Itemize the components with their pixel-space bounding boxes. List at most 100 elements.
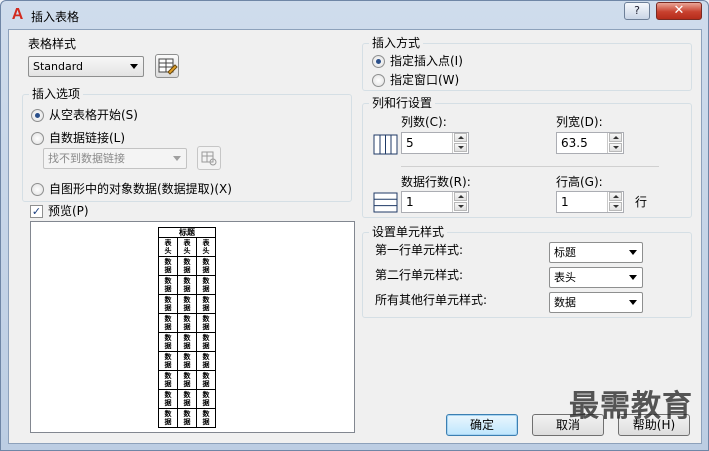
preview-data-row: 数据数据数据 <box>158 408 216 428</box>
edit-table-style-icon <box>158 58 178 75</box>
from-data-link-radio[interactable] <box>31 132 44 145</box>
preview-data-cell: 数据 <box>177 313 197 333</box>
column-width-value: 63.5 <box>561 136 588 150</box>
preview-data-cell: 数据 <box>177 294 197 314</box>
chevron-down-icon <box>173 156 181 161</box>
from-data-link-label[interactable]: 自数据链接(L) <box>49 131 125 146</box>
from-object-data-radio[interactable] <box>31 183 44 196</box>
columns-down-arrow-icon[interactable] <box>454 143 467 152</box>
preview-header-cell: 表头 <box>177 237 197 257</box>
rows-icon <box>373 192 398 213</box>
data-link-value: 找不到数据链接 <box>48 152 125 165</box>
preview-pane: 标题 表头表头表头数据数据数据数据数据数据数据数据数据数据数据数据数据数据数据数… <box>30 221 355 433</box>
data-rows-spinner[interactable]: 1 <box>401 191 469 213</box>
preview-data-cell: 数据 <box>158 389 178 409</box>
row-unit-label: 行 <box>635 195 648 209</box>
preview-data-cell: 数据 <box>177 389 197 409</box>
columns-rows-title: 列和行设置 <box>369 96 436 111</box>
insert-method-title: 插入方式 <box>369 36 424 51</box>
preview-data-cell: 数据 <box>196 294 216 314</box>
preview-data-cell: 数据 <box>196 275 216 295</box>
preview-data-cell: 数据 <box>177 256 197 276</box>
table-style-title: 表格样式 <box>28 37 77 51</box>
second-row-style-select[interactable]: 表头 <box>549 267 643 288</box>
preview-data-cell: 数据 <box>196 256 216 276</box>
row-height-down-arrow-icon[interactable] <box>609 202 622 211</box>
ok-button[interactable]: 确定 <box>446 414 518 436</box>
other-rows-style-select[interactable]: 数据 <box>549 292 643 313</box>
insertion-point-label[interactable]: 指定插入点(I) <box>390 54 463 69</box>
preview-data-row: 数据数据数据 <box>158 370 216 390</box>
preview-data-row: 数据数据数据 <box>158 294 216 314</box>
watermark-text: 最需教育 <box>569 389 693 424</box>
data-rows-down-arrow-icon[interactable] <box>454 202 467 211</box>
column-width-down-arrow-icon[interactable] <box>609 143 622 152</box>
data-link-select[interactable]: 找不到数据链接 <box>43 148 187 169</box>
preview-header-cell: 表头 <box>158 237 178 257</box>
data-link-manager-button[interactable] <box>197 146 221 170</box>
preview-data-row: 数据数据数据 <box>158 332 216 352</box>
preview-table: 标题 表头表头表头数据数据数据数据数据数据数据数据数据数据数据数据数据数据数据数… <box>158 227 216 428</box>
columns-value: 5 <box>406 136 414 150</box>
preview-header-cell: 表头 <box>196 237 216 257</box>
cell-styles-title: 设置单元样式 <box>369 225 448 240</box>
first-row-style-select[interactable]: 标题 <box>549 242 643 263</box>
preview-data-cell: 数据 <box>177 351 197 371</box>
columns-label: 列数(C): <box>401 115 447 129</box>
preview-data-cell: 数据 <box>196 351 216 371</box>
data-rows-up-arrow-icon[interactable] <box>454 192 467 201</box>
row-height-up-arrow-icon[interactable] <box>609 192 622 201</box>
close-button[interactable]: ✕ <box>656 2 702 20</box>
preview-data-row: 数据数据数据 <box>158 351 216 371</box>
window-radio[interactable] <box>372 74 385 87</box>
cell-styles-group: 设置单元样式 第一行单元样式: 标题 第二行单元样式: 表头 所有其他行单元样式… <box>362 225 692 318</box>
title-bar[interactable]: A 插入表格 ? ✕ <box>1 1 708 29</box>
columns-up-arrow-icon[interactable] <box>454 133 467 142</box>
chevron-down-icon <box>629 275 637 280</box>
row-height-spinner[interactable]: 1 <box>556 191 624 213</box>
preview-checkbox[interactable]: ✓ <box>30 205 43 218</box>
preview-label[interactable]: 预览(P) <box>48 204 89 219</box>
preview-data-cell: 数据 <box>158 408 178 428</box>
second-row-style-label: 第二行单元样式: <box>375 268 464 282</box>
preview-data-row: 数据数据数据 <box>158 256 216 276</box>
chevron-down-icon <box>130 64 138 69</box>
chevron-down-icon <box>629 300 637 305</box>
insert-method-group: 插入方式 指定插入点(I) 指定窗口(W) <box>362 36 692 91</box>
preview-data-cell: 数据 <box>177 332 197 352</box>
preview-data-cell: 数据 <box>196 408 216 428</box>
insertion-point-radio[interactable] <box>372 55 385 68</box>
preview-data-cell: 数据 <box>177 408 197 428</box>
preview-data-row: 数据数据数据 <box>158 389 216 409</box>
row-height-value: 1 <box>561 195 569 209</box>
preview-data-row: 数据数据数据 <box>158 313 216 333</box>
help-title-button[interactable]: ? <box>624 2 650 20</box>
from-empty-radio[interactable] <box>31 109 44 122</box>
preview-data-cell: 数据 <box>196 389 216 409</box>
column-width-up-arrow-icon[interactable] <box>609 133 622 142</box>
table-style-dialog-button[interactable] <box>155 54 179 78</box>
preview-data-cell: 数据 <box>158 351 178 371</box>
preview-data-cell: 数据 <box>177 370 197 390</box>
column-width-label: 列宽(D): <box>556 115 603 129</box>
preview-data-cell: 数据 <box>196 332 216 352</box>
from-empty-label[interactable]: 从空表格开始(S) <box>49 108 138 123</box>
preview-data-cell: 数据 <box>158 313 178 333</box>
insert-table-dialog: A 插入表格 ? ✕ 表格样式 Standard 插入选项 从空表格开始(S) … <box>0 0 709 451</box>
preview-data-cell: 数据 <box>158 256 178 276</box>
preview-table-title: 标题 <box>158 227 216 238</box>
row-height-label: 行高(G): <box>556 175 603 189</box>
data-rows-label: 数据行数(R): <box>401 175 471 189</box>
columns-icon <box>373 134 398 155</box>
columns-rows-group: 列和行设置 列数(C): 5 列宽(D): 63.5 数据行数(R): 1 行高… <box>362 96 692 218</box>
other-rows-style-label: 所有其他行单元样式: <box>375 293 488 307</box>
from-object-data-label[interactable]: 自图形中的对象数据(数据提取)(X) <box>49 182 232 197</box>
autocad-logo-icon: A <box>11 6 24 23</box>
preview-data-cell: 数据 <box>158 370 178 390</box>
columns-spinner[interactable]: 5 <box>401 132 469 154</box>
window-label[interactable]: 指定窗口(W) <box>390 73 459 88</box>
first-row-style-label: 第一行单元样式: <box>375 243 464 257</box>
column-width-spinner[interactable]: 63.5 <box>556 132 624 154</box>
preview-data-cell: 数据 <box>196 313 216 333</box>
table-style-select[interactable]: Standard <box>28 56 144 77</box>
